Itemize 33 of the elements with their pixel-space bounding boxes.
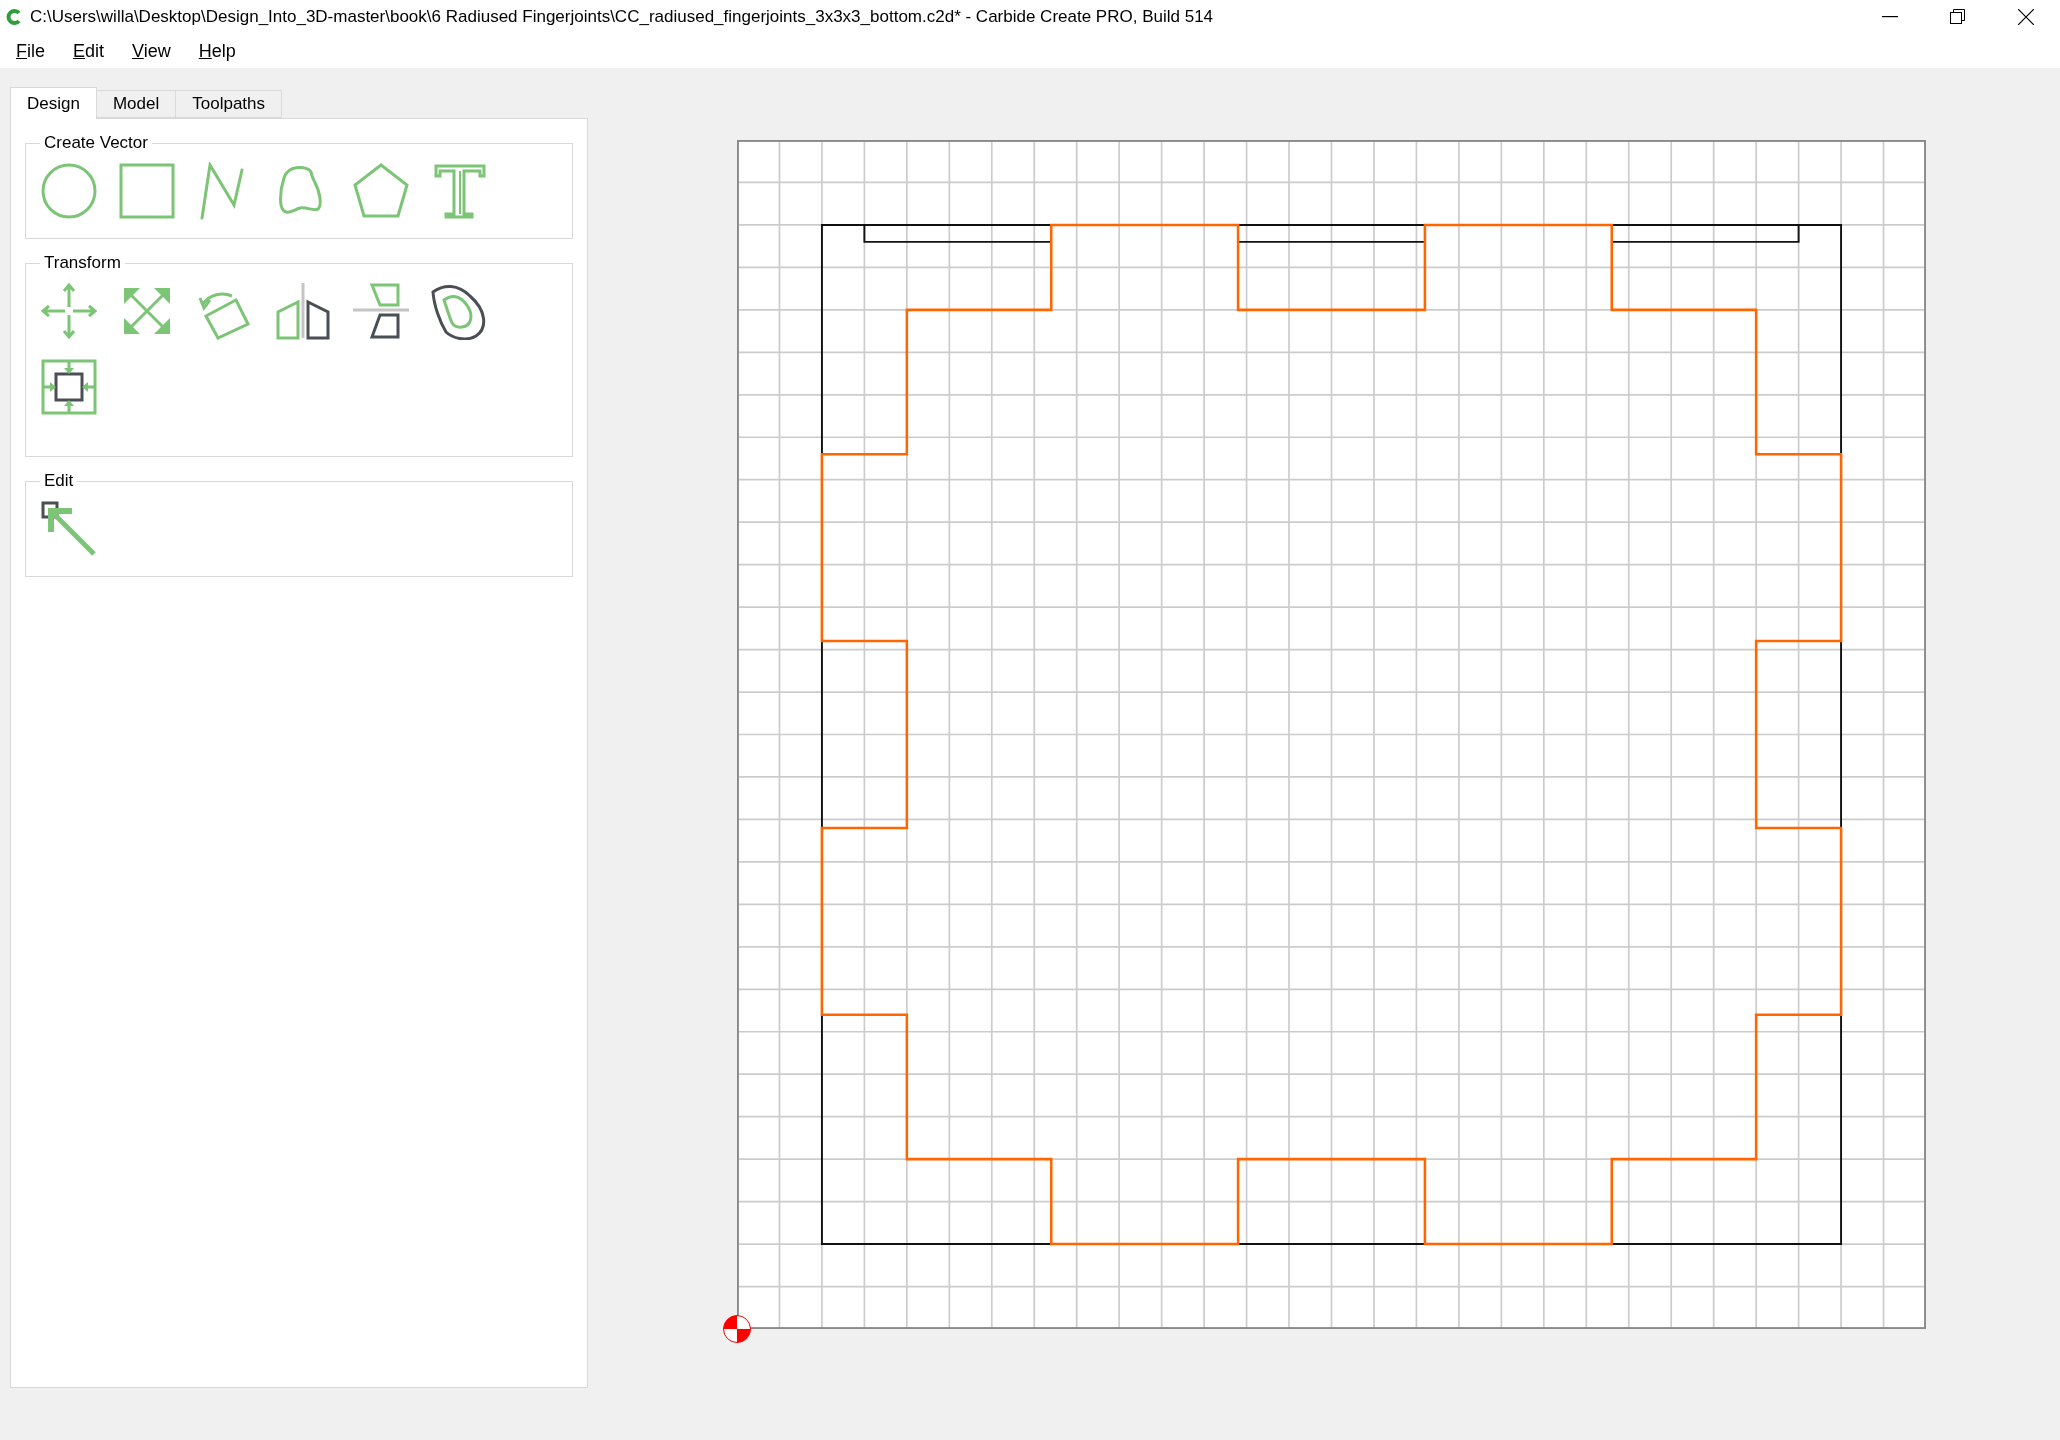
design-canvas[interactable] (737, 140, 1926, 1329)
window-title: C:\Users\willa\Desktop\Design_Into_3D-master\book\6 Radiused Fingerjoints\CC_radiused_fingerjoints_3x3x3_bottom.c2d* - Carbide Create PRO, Build 514 (30, 6, 1214, 29)
close-icon (2018, 9, 2034, 25)
circle-icon (40, 162, 98, 220)
move-arrows-tool-button[interactable] (40, 282, 98, 340)
select-arrow-icon (40, 500, 98, 558)
rectangle-tool-button[interactable] (118, 162, 176, 220)
menu-item[interactable]: View (122, 36, 181, 66)
offset-tool-button[interactable] (430, 282, 488, 340)
menu-item[interactable]: File (6, 36, 55, 66)
restore-icon (1950, 9, 1966, 25)
tab[interactable]: Model (96, 90, 177, 118)
mirror-tool-button[interactable] (274, 282, 332, 340)
fingerjoint-part-drawing[interactable] (820, 223, 1843, 1246)
move-arrows-icon (40, 282, 98, 340)
mirror-icon (274, 282, 332, 340)
origin-marker-icon (722, 1314, 752, 1344)
pentagon-tool-button[interactable] (352, 162, 410, 220)
flip-tool-button[interactable] (352, 282, 410, 340)
select-arrow-tool-button[interactable] (40, 500, 98, 558)
offset-icon (430, 282, 488, 340)
tab[interactable]: Design (10, 87, 97, 119)
menu-item[interactable]: Help (188, 36, 246, 66)
rectangle-icon (118, 162, 176, 220)
app-logo-icon (6, 9, 22, 25)
align-icon (40, 358, 98, 416)
circle-tool-button[interactable] (40, 162, 98, 220)
pentagon-icon (352, 162, 410, 220)
minimize-icon (1882, 16, 1898, 18)
menu-item[interactable]: Edit (63, 36, 115, 66)
tab[interactable]: Toolpaths (176, 90, 282, 118)
align-tool-button[interactable] (40, 358, 98, 416)
flip-icon (352, 282, 410, 340)
